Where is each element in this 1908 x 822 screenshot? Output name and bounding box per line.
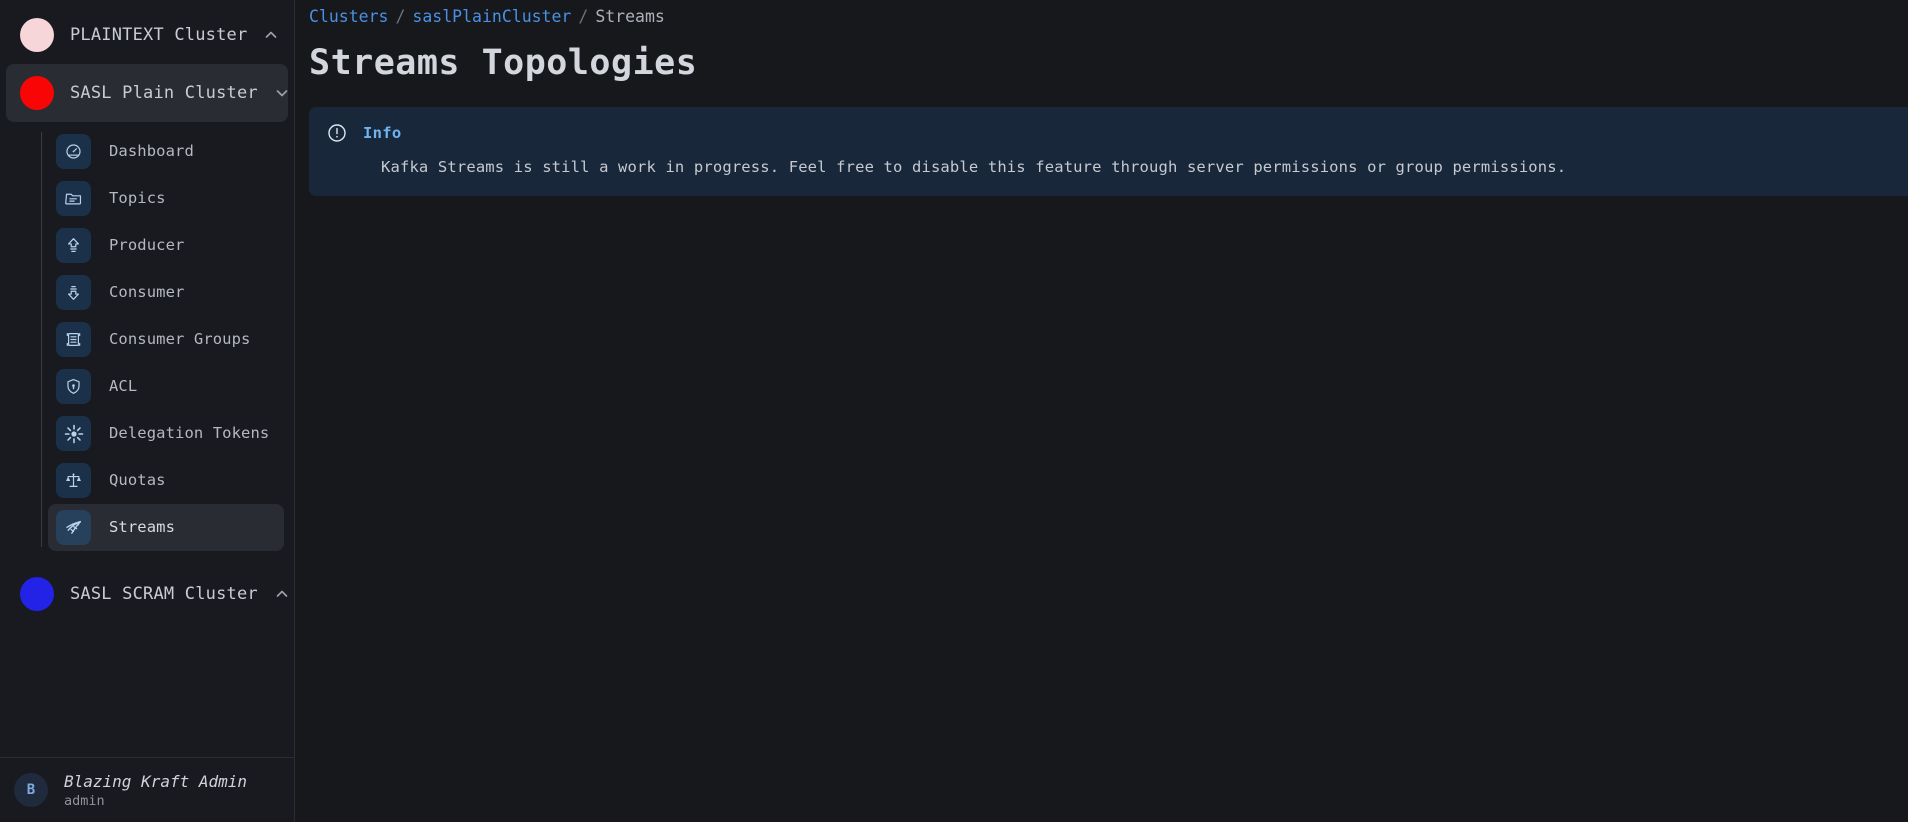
breadcrumb-separator: / xyxy=(395,6,406,26)
avatar: B xyxy=(14,773,48,807)
breadcrumb: Clusters / saslPlainCluster / Streams xyxy=(309,0,1893,27)
sidebar-item-dashboard[interactable]: Dashboard xyxy=(48,128,284,175)
gauge-icon xyxy=(56,134,91,169)
cluster-name-sasl-plain: SASL Plain Cluster xyxy=(70,83,258,103)
cluster-nav-wrapper: Dashboard Topics Producer Consumer Consu… xyxy=(0,128,294,551)
info-circle-icon xyxy=(327,123,347,143)
info-alert-message: Kafka Streams is still a work in progres… xyxy=(381,158,1567,176)
sidebar-item-label: Streams xyxy=(109,518,176,537)
user-text: Blazing Kraft Admin admin xyxy=(64,772,247,809)
breadcrumb-clusters-link[interactable]: Clusters xyxy=(309,7,388,26)
cluster-status-dot-plaintext xyxy=(20,18,54,52)
user-profile[interactable]: B Blazing Kraft Admin admin xyxy=(0,758,294,822)
page-title: Streams Topologies xyxy=(309,43,698,83)
sidebar: PLAINTEXT Cluster SASL Plain Cluster Das… xyxy=(0,0,295,822)
chevron-up-icon[interactable] xyxy=(274,586,290,602)
app-root: PLAINTEXT Cluster SASL Plain Cluster Das… xyxy=(0,0,1908,822)
streams-flow-icon xyxy=(56,510,91,545)
chevron-up-icon[interactable] xyxy=(263,27,279,43)
shield-lock-icon xyxy=(56,369,91,404)
info-alert-title: Info xyxy=(363,124,402,142)
sidebar-item-label: Consumer Groups xyxy=(109,330,251,349)
breadcrumb-current: Streams xyxy=(595,6,665,26)
cluster-nav-list: Dashboard Topics Producer Consumer Consu… xyxy=(41,128,294,551)
folder-icon xyxy=(56,181,91,216)
sidebar-item-label: Delegation Tokens xyxy=(109,424,270,443)
sidebar-item-label: Consumer xyxy=(109,283,185,302)
chevron-down-icon[interactable] xyxy=(274,85,290,101)
balance-scale-icon xyxy=(56,463,91,498)
sidebar-item-consumer-groups[interactable]: Consumer Groups xyxy=(48,316,284,363)
cluster-name-plaintext: PLAINTEXT Cluster xyxy=(70,25,248,45)
cluster-status-dot-sasl-plain xyxy=(20,76,54,110)
info-alert: Info Kafka Streams is still a work in pr… xyxy=(309,107,1908,196)
sidebar-item-label: Dashboard xyxy=(109,142,194,161)
sidebar-item-quotas[interactable]: Quotas xyxy=(48,457,284,504)
sidebar-item-producer[interactable]: Producer xyxy=(48,222,284,269)
cluster-status-dot-sasl-scram xyxy=(20,577,54,611)
download-arrow-icon xyxy=(56,275,91,310)
user-role: admin xyxy=(64,792,105,809)
main-content: Clusters / saslPlainCluster / Streams St… xyxy=(295,0,1908,822)
cluster-item-plaintext[interactable]: PLAINTEXT Cluster xyxy=(6,6,288,64)
cluster-item-sasl-scram[interactable]: SASL SCRAM Cluster xyxy=(6,565,288,623)
cluster-name-sasl-scram: SASL SCRAM Cluster xyxy=(70,584,258,604)
asterisk-burst-icon xyxy=(56,416,91,451)
breadcrumb-cluster-link[interactable]: saslPlainCluster xyxy=(412,7,571,26)
nav-guide-line xyxy=(41,132,42,547)
breadcrumb-separator: / xyxy=(578,6,589,26)
upload-arrow-icon xyxy=(56,228,91,263)
sidebar-item-label: Topics xyxy=(109,189,166,208)
sidebar-item-acl[interactable]: ACL xyxy=(48,363,284,410)
sidebar-item-delegation-tokens[interactable]: Delegation Tokens xyxy=(48,410,284,457)
sidebar-item-label: ACL xyxy=(109,377,138,396)
user-display-name: Blazing Kraft Admin xyxy=(64,771,248,791)
list-box-icon xyxy=(56,322,91,357)
cluster-item-sasl-plain[interactable]: SASL Plain Cluster xyxy=(6,64,288,122)
info-alert-header: Info xyxy=(327,123,1908,143)
sidebar-item-label: Quotas xyxy=(109,471,166,490)
sidebar-item-consumer[interactable]: Consumer xyxy=(48,269,284,316)
sidebar-item-label: Producer xyxy=(109,236,185,255)
sidebar-item-topics[interactable]: Topics xyxy=(48,175,284,222)
sidebar-item-streams[interactable]: Streams xyxy=(48,504,284,551)
